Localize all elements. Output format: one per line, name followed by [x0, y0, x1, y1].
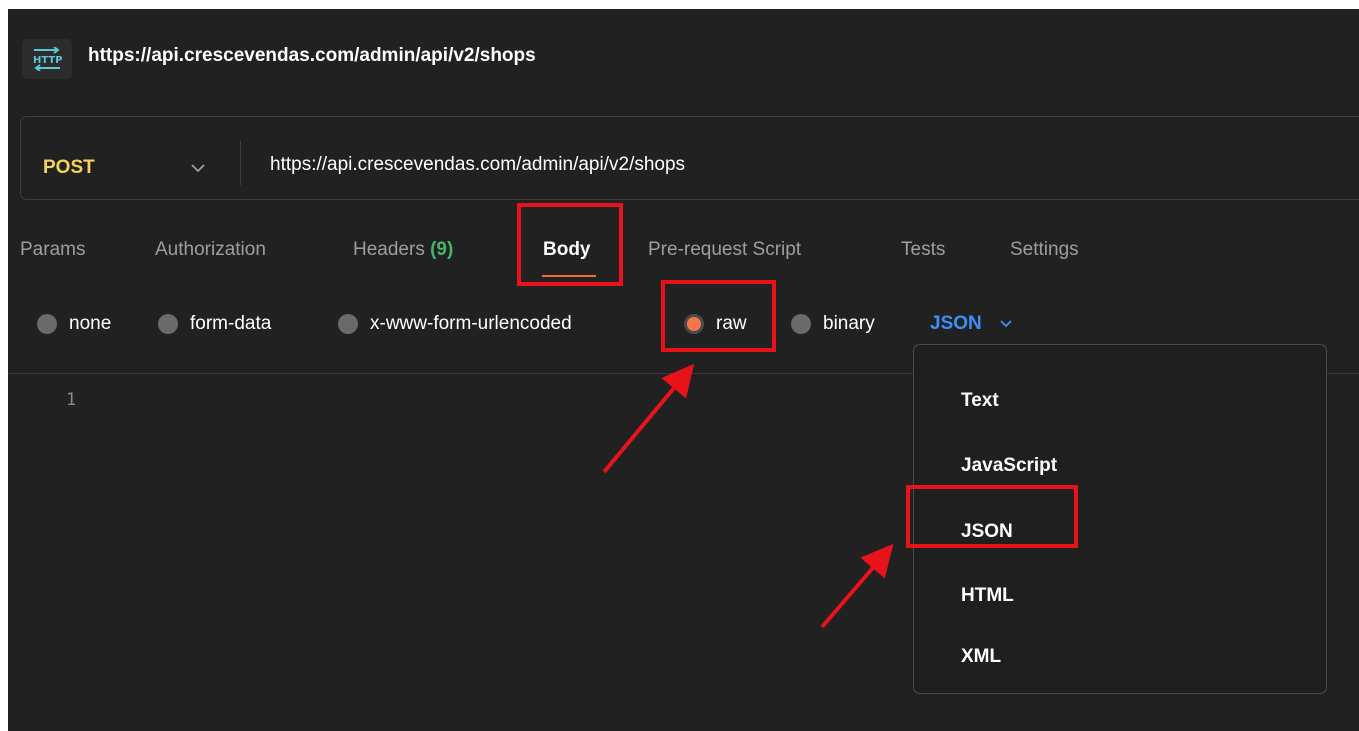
format-option-xml[interactable]: XML	[961, 646, 1001, 668]
radio-icon	[37, 314, 57, 334]
tab-settings[interactable]: Settings	[1010, 239, 1079, 261]
tab-authorization[interactable]: Authorization	[155, 239, 266, 261]
radio-icon	[791, 314, 811, 334]
body-option-label: none	[69, 313, 112, 334]
headers-count-badge: (9)	[430, 239, 454, 260]
url-input[interactable]: https://api.crescevendas.com/admin/api/v…	[270, 154, 685, 176]
annotation-highlight-json-option	[906, 485, 1078, 548]
tab-headers-label: Headers	[353, 239, 425, 260]
chevron-down-icon[interactable]	[191, 164, 205, 173]
body-format-selector[interactable]: JSON	[930, 311, 1012, 337]
svg-text:HTTP: HTTP	[33, 55, 62, 66]
body-option-form-data[interactable]: form-data	[158, 311, 271, 337]
radio-icon	[338, 314, 358, 334]
tab-headers[interactable]: Headers (9)	[353, 239, 453, 261]
tab-tests[interactable]: Tests	[901, 239, 945, 261]
body-option-none[interactable]: none	[37, 311, 111, 337]
body-format-label: JSON	[930, 313, 982, 334]
chevron-down-icon	[1000, 320, 1012, 328]
body-option-label: binary	[823, 313, 875, 334]
postman-request-panel: HTTP https://api.crescevendas.com/admin/…	[8, 9, 1359, 731]
url-divider	[240, 141, 241, 185]
format-option-html[interactable]: HTML	[961, 585, 1014, 607]
format-option-text[interactable]: Text	[961, 390, 999, 412]
annotation-highlight-raw-option	[661, 280, 776, 352]
tab-pre-request-script[interactable]: Pre-request Script	[648, 239, 801, 261]
editor-line-number: 1	[66, 390, 77, 410]
body-option-label: form-data	[190, 313, 272, 334]
request-title[interactable]: https://api.crescevendas.com/admin/api/v…	[88, 45, 536, 67]
body-option-binary[interactable]: binary	[791, 311, 875, 337]
body-option-urlencoded[interactable]: x-www-form-urlencoded	[338, 311, 572, 337]
tab-params[interactable]: Params	[20, 239, 85, 261]
request-tab-header: HTTP https://api.crescevendas.com/admin/…	[8, 9, 1359, 109]
method-selector[interactable]: POST	[43, 157, 95, 179]
format-option-javascript[interactable]: JavaScript	[961, 455, 1057, 477]
radio-icon	[158, 314, 178, 334]
body-option-label: x-www-form-urlencoded	[370, 313, 572, 334]
request-url-bar: POST https://api.crescevendas.com/admin/…	[20, 116, 1359, 200]
http-icon: HTTP	[22, 39, 72, 79]
annotation-highlight-body-tab	[517, 203, 623, 286]
